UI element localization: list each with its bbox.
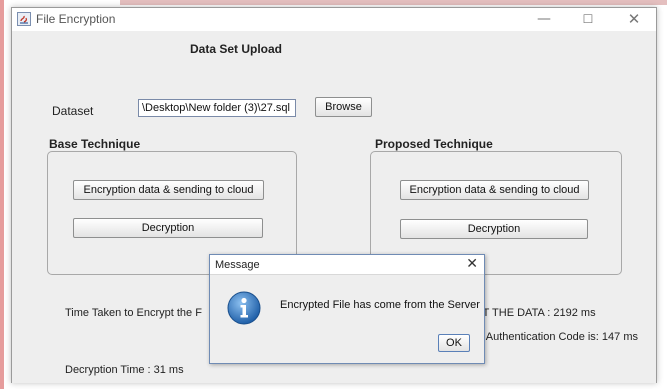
- page-heading: Data Set Upload: [190, 42, 283, 56]
- ok-button[interactable]: OK: [438, 334, 470, 352]
- window-title: File Encryption: [36, 12, 116, 26]
- proposed-technique-title: Proposed Technique: [375, 137, 493, 151]
- background-accent-strip: [120, 0, 667, 5]
- dialog-title: Message: [215, 259, 260, 271]
- information-icon: [227, 291, 261, 325]
- base-technique-title: Base Technique: [49, 137, 141, 151]
- browse-button[interactable]: Browse: [315, 97, 372, 117]
- background-accent-bar: [0, 0, 4, 389]
- base-decrypt-button[interactable]: Decryption: [73, 218, 263, 238]
- message-dialog: Message ✕ Encrypted File has come from t…: [209, 254, 485, 364]
- window-titlebar[interactable]: File Encryption — ☐ ✕: [12, 8, 656, 31]
- file-encryption-window: File Encryption — ☐ ✕ Data Set Upload Da…: [11, 7, 657, 383]
- base-encrypt-time-text: Time Taken to Encrypt the F: [65, 307, 202, 319]
- proposed-encrypt-button[interactable]: Encryption data & sending to cloud: [400, 180, 589, 200]
- dataset-path-field[interactable]: \Desktop\New folder (3)\27.sql: [138, 99, 296, 117]
- maximize-button[interactable]: ☐: [568, 8, 608, 31]
- proposed-decrypt-button[interactable]: Decryption: [400, 219, 588, 239]
- dialog-titlebar[interactable]: Message ✕: [210, 255, 484, 275]
- java-app-icon: [17, 12, 31, 26]
- base-encrypt-button[interactable]: Encryption data & sending to cloud: [73, 180, 264, 200]
- auth-code-time-text: the Authentication Code is: 147 ms: [468, 331, 638, 343]
- close-button[interactable]: ✕: [614, 8, 654, 31]
- dialog-close-button[interactable]: ✕: [466, 256, 478, 272]
- decryption-time-text: Decryption Time : 31 ms: [65, 364, 184, 376]
- proposed-encrypt-time-text: YPT THE DATA : 2192 ms: [468, 307, 596, 319]
- dialog-message: Encrypted File has come from the Server: [280, 299, 480, 311]
- minimize-button[interactable]: —: [524, 8, 564, 31]
- dataset-label: Dataset: [52, 104, 94, 118]
